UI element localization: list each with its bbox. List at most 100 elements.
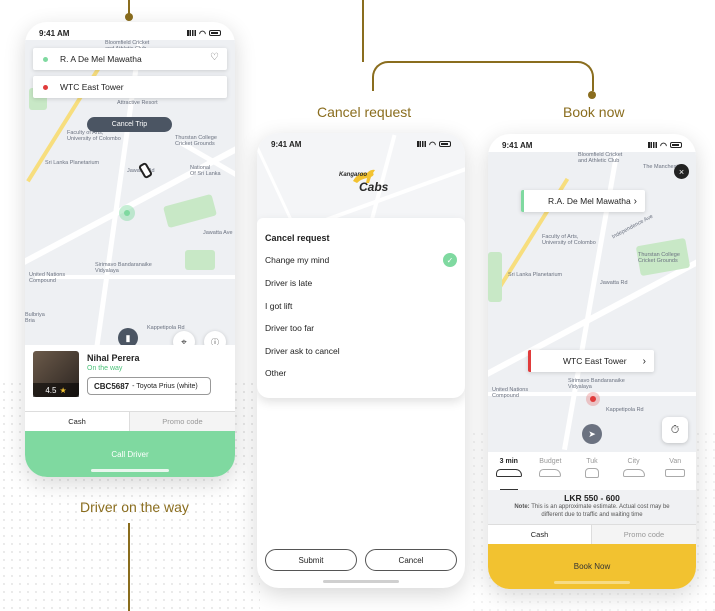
option-driver-too-far[interactable]: Driver too far [265,323,314,333]
connector-arc [372,61,594,91]
vehicle-option-tuk[interactable]: Tuk [571,452,613,490]
logo-text-cabs: Cabs [359,180,389,194]
status-bar: 9:41 AM ◠ [257,133,465,155]
option-i-got-lift[interactable]: I got lift [265,301,292,311]
vehicle-model: - Toyota Prius (white) [132,382,198,390]
caption-driver-on-the-way: Driver on the way [80,499,189,515]
connector-line [128,523,130,611]
chevron-right-icon: › [633,195,637,207]
car-icon [539,469,562,477]
tuk-icon [584,468,599,478]
caption-book-now: Book now [563,104,625,120]
signal-icon [187,30,197,36]
driver-photo: 4.5 ★ [33,351,79,397]
battery-icon [670,142,682,148]
map-label-sirimavo: Sirimavo Bandaranaike Vidyalaya [95,262,152,275]
wifi-icon: ◠ [429,139,436,149]
status-bar: 9:41 AM ◠ [488,134,696,156]
promo-code-tab[interactable]: Promo code [592,524,696,544]
vehicle-option-van[interactable]: Van [654,452,696,490]
map-label-independence: Independence Ave [611,213,655,241]
check-icon: ✓ [443,253,457,267]
map-label-kappetipola: Kappetipola Rd [606,407,644,413]
price-panel: LKR 550 - 600 Note: This is an approxima… [488,490,696,524]
status-time: 9:41 AM [39,28,70,38]
price-note: Note: This is an approximate estimate. A… [488,503,696,519]
heart-icon[interactable]: ♡ [210,52,219,63]
rating-badge: 4.5 ★ [33,383,79,397]
close-icon[interactable]: × [674,164,689,179]
cancel-trip-button[interactable]: Cancel Trip [87,117,172,132]
promo-code-tab[interactable]: Promo code [130,411,235,431]
map-label-jawatta-ave: Jawatta Ave [203,230,233,236]
map-label-jawatta: Jawatta Rd [600,280,628,286]
price-estimate: LKR 550 - 600 [564,493,620,503]
vehicle-plate: CBC5687 [94,381,130,391]
phone-cancel-request: 9:41 AM ◠ Kangaroo Cabs Cancel request C… [257,133,465,588]
driver-status: On the way [87,365,123,372]
logo-text-kangaroo: Kangaroo [339,172,368,178]
map-label-sirimavo: Sirimavo Bandaranaike Vidyalaya [568,378,625,391]
to-location-card[interactable]: WTC East Tower [33,76,227,98]
from-location-text: R. A De Mel Mawatha [60,54,142,64]
vehicle-info-box: CBC5687 - Toyota Prius (white) [87,377,211,395]
from-location-card[interactable]: R. A De Mel Mawatha ♡ [33,48,227,70]
cancel-request-sheet: Cancel request Change my mind ✓ Driver i… [257,218,465,398]
map-label-un: United Nations Compound [492,387,529,400]
home-indicator [554,581,630,584]
battery-icon [209,30,221,36]
pickup-dot-icon [43,56,48,62]
map-label-resort: Attractive Resort [117,100,158,106]
vehicle-option-budget[interactable]: Budget [530,452,572,490]
vehicle-label: 3 min [499,458,518,465]
dropoff-callout-text: WTC East Tower [563,356,627,366]
vehicle-label: Tuk [586,458,598,465]
wifi-icon: ◠ [660,140,667,150]
connector-line [128,0,130,14]
phone-driver-on-the-way: 9:41 AM ◠ Bloomfield Cricket and Athleti… [25,22,235,477]
car-icon [622,469,645,477]
vehicle-label: City [627,458,640,465]
submit-button[interactable]: Submit [265,549,357,571]
vehicle-label: Van [669,458,682,465]
signal-icon [648,142,658,148]
status-bar: 9:41 AM ◠ [25,22,235,44]
wifi-icon: ◠ [199,28,206,38]
map-label-thurstan: Thurstan College Cricket Grounds [175,135,217,148]
map-label-un: United Nations Compound [29,272,66,285]
pickup-callout[interactable]: R.A. De Mel Mawatha › [521,190,645,212]
van-icon [665,469,686,477]
to-location-text: WTC East Tower [60,82,124,92]
option-change-my-mind[interactable]: Change my mind ✓ [265,253,457,271]
option-other[interactable]: Other [265,368,286,378]
kangaroo-cabs-logo: Kangaroo Cabs [333,163,405,205]
pickup-callout-text: R.A. De Mel Mawatha [548,196,631,206]
driver-name: Nihal Perera [87,353,140,363]
caption-cancel-request: Cancel request [317,104,412,120]
vehicle-selector: 3 min Budget Tuk City Van [488,452,696,490]
payment-cash-tab[interactable]: Cash [25,411,130,431]
navigation-icon[interactable]: ➤ [582,424,602,444]
car-icon [495,469,522,477]
dropoff-callout[interactable]: WTC East Tower › [528,350,654,372]
vehicle-option-3min[interactable]: 3 min [488,452,530,490]
option-label: Change my mind [265,255,330,265]
connector-dot [125,13,133,21]
timer-icon[interactable]: ⏱ [662,417,688,443]
payment-cash-tab[interactable]: Cash [488,524,592,544]
cancel-request-title: Cancel request [265,233,330,243]
vehicle-label: Budget [539,458,562,465]
status-time: 9:41 AM [271,139,302,149]
cancel-button[interactable]: Cancel [365,549,457,571]
map-label-bulbriya: Bulbriya Bria [25,312,45,325]
vehicle-option-city[interactable]: City [613,452,655,490]
car-icon [137,161,154,180]
note-label: Note: [514,504,530,510]
map-label-planetarium: Sri Lanka Planetarium [45,160,100,166]
option-driver-is-late[interactable]: Driver is late [265,278,312,288]
rating-value: 4.5 [45,385,57,395]
signal-icon [417,141,427,147]
option-driver-ask-to-cancel[interactable]: Driver ask to cancel [265,346,340,356]
map-label-kappetipola: Kappetipola Rd [147,325,185,331]
map-label-thurstan: Thurstan College Cricket Grounds [638,252,680,265]
